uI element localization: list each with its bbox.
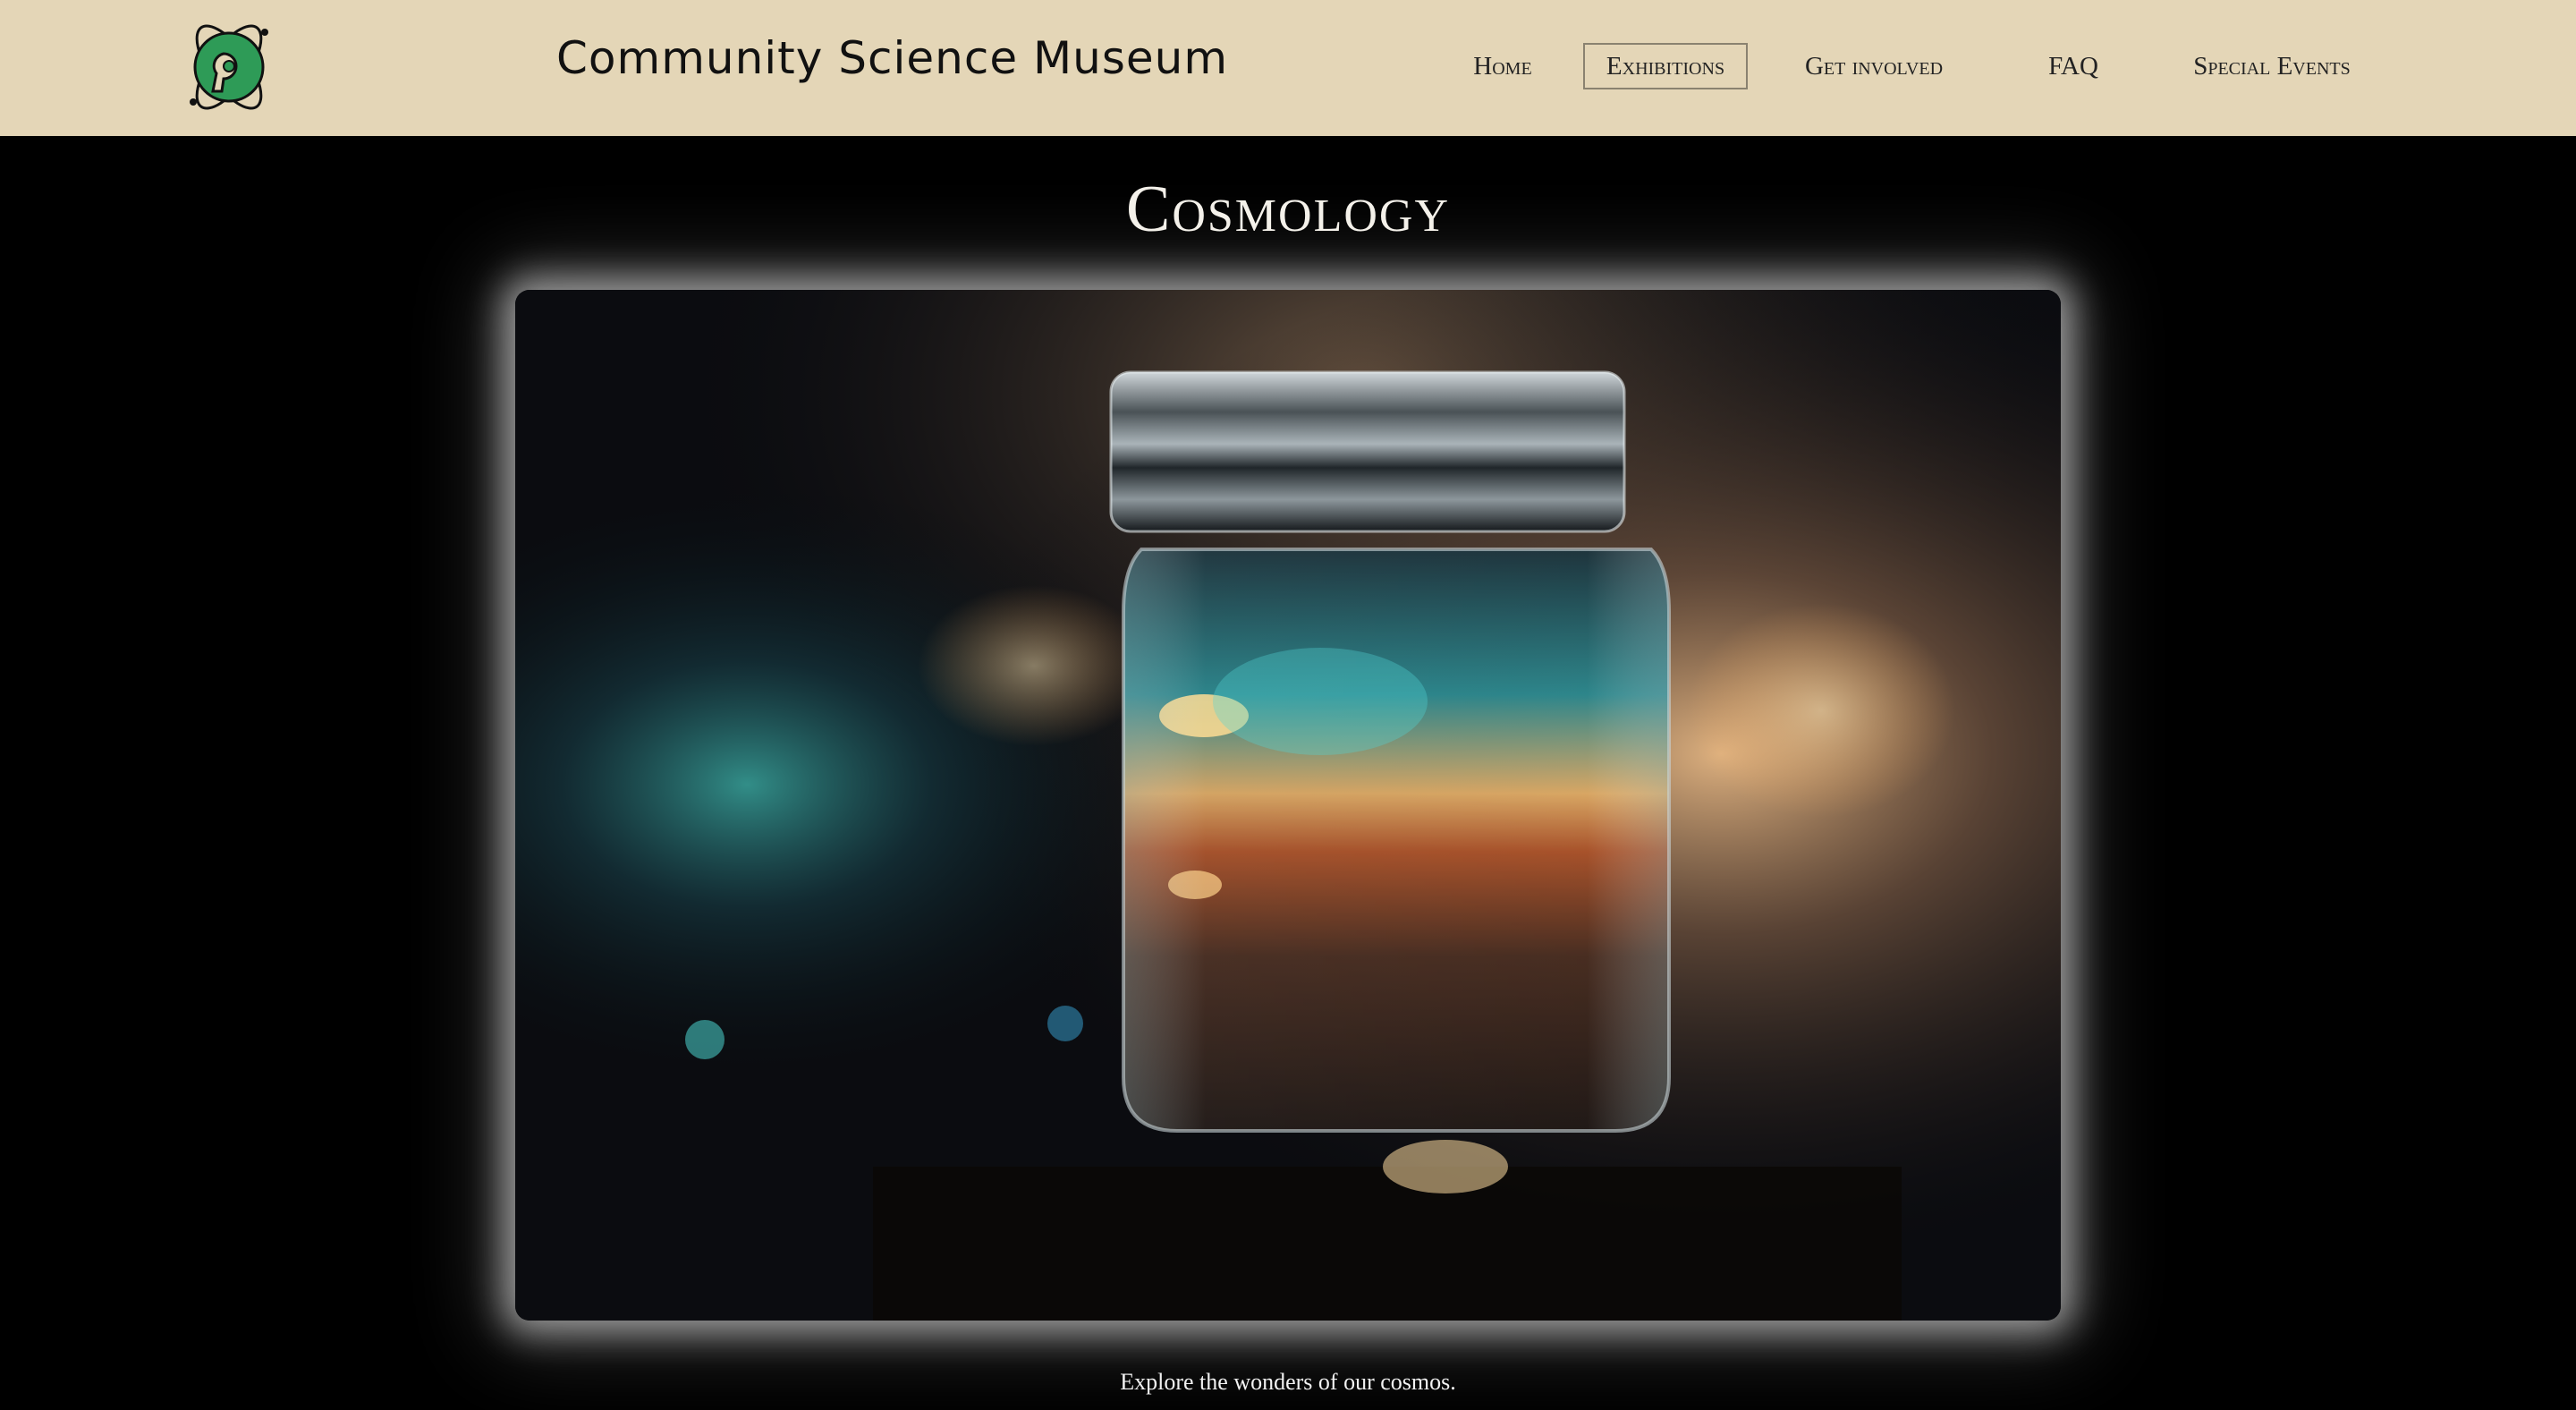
nav-home[interactable]: Home (1454, 43, 1551, 89)
nav-exhibitions[interactable]: Exhibitions (1583, 43, 1748, 89)
nav-get-involved[interactable]: Get involved (1780, 43, 1968, 89)
site-header: Community Science Museum Home Exhibition… (0, 0, 2576, 136)
galaxy-in-jar-image (515, 290, 2061, 1321)
hero-caption: Explore the wonders of our cosmos. (1120, 1369, 1456, 1395)
nav-faq[interactable]: FAQ (2039, 43, 2107, 89)
site-title[interactable]: Community Science Museum (556, 32, 1228, 84)
atom-logo-icon[interactable] (177, 13, 281, 122)
page-title: Cosmology (1125, 173, 1451, 246)
nav-special-events[interactable]: Special Events (2174, 43, 2370, 89)
